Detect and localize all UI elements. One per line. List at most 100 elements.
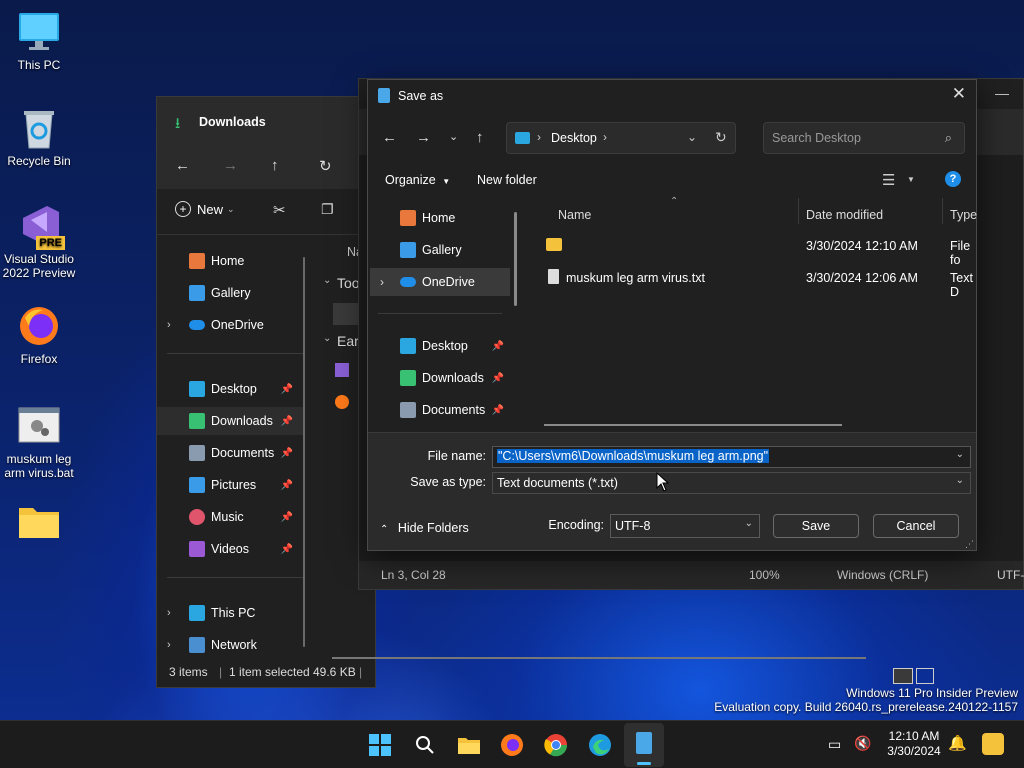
sidebar-item-network[interactable]: › Network bbox=[157, 631, 305, 659]
file-explorer-window[interactable]: ⭳ Downloads ← → ↑ ↻ + New ⌄ ✂ ❐ Home Gal… bbox=[156, 96, 376, 688]
file-row[interactable]: muskum leg arm virus.txt 3/30/2024 12:06… bbox=[528, 264, 978, 299]
display-icon[interactable]: ▭ bbox=[828, 736, 841, 753]
chevron-down-icon[interactable]: ⌄ bbox=[745, 518, 753, 529]
save-as-dialog[interactable]: Save as ✕ ← → ⌄ ↑ › Desktop › ⌄ ↻ Search… bbox=[367, 79, 977, 551]
column-header-date[interactable]: Date modified bbox=[806, 208, 883, 222]
details-view-icon[interactable] bbox=[893, 668, 913, 684]
hide-folders-button[interactable]: ⌃ Hide Folders bbox=[380, 521, 469, 535]
nav-item-desktop[interactable]: Desktop 📌 bbox=[370, 332, 510, 360]
chrome-icon[interactable] bbox=[544, 733, 568, 757]
sidebar-item-gallery[interactable]: Gallery bbox=[157, 279, 305, 307]
sidebar-item-this-pc[interactable]: › This PC bbox=[157, 599, 305, 627]
explorer-horizontal-scrollbar[interactable] bbox=[332, 657, 866, 659]
sidebar-item-downloads[interactable]: Downloads 📌 bbox=[157, 407, 305, 435]
desktop-icon-firefox[interactable]: Firefox bbox=[1, 304, 77, 366]
chevron-down-icon[interactable]: ⌄ bbox=[323, 275, 331, 286]
copy-icon[interactable]: ❐ bbox=[321, 201, 334, 218]
forward-icon[interactable]: → bbox=[223, 157, 238, 174]
pin-icon[interactable]: 📌 bbox=[281, 512, 293, 523]
refresh-icon[interactable]: ↻ bbox=[715, 129, 727, 146]
notification-bell-icon[interactable]: 🔔 bbox=[948, 734, 967, 752]
chevron-down-icon[interactable]: ⌄ bbox=[956, 475, 964, 486]
search-icon[interactable] bbox=[413, 733, 437, 757]
file-name-field[interactable]: "C:\Users\vm6\Downloads\muskum leg arm.p… bbox=[492, 446, 971, 468]
organize-button[interactable]: Organize ▼ bbox=[385, 173, 450, 187]
nav-item-onedrive[interactable]: › OneDrive bbox=[370, 268, 510, 296]
desktop-icon-bat-file[interactable]: muskum leg arm virus.bat bbox=[1, 404, 77, 480]
back-icon[interactable]: ← bbox=[175, 157, 190, 174]
firefox-icon[interactable] bbox=[500, 733, 524, 757]
chevron-down-icon[interactable]: ⌄ bbox=[323, 333, 331, 344]
save-button[interactable]: Save bbox=[773, 514, 859, 538]
explorer-tab[interactable]: ⭳ Downloads bbox=[157, 97, 375, 145]
search-input[interactable]: Search Desktop ⌕ bbox=[763, 122, 965, 154]
chevron-down-icon[interactable]: ⌄ bbox=[956, 449, 964, 460]
chevron-down-icon[interactable]: ▼ bbox=[907, 175, 915, 184]
sidebar-scrollbar[interactable] bbox=[303, 257, 305, 647]
file-type: Text D bbox=[950, 271, 973, 299]
pin-icon[interactable]: 📌 bbox=[492, 341, 504, 352]
column-header-name[interactable]: Name bbox=[558, 208, 591, 222]
pin-icon[interactable]: 📌 bbox=[281, 448, 293, 459]
sidebar-item-videos[interactable]: Videos 📌 bbox=[157, 535, 305, 563]
address-history-icon[interactable]: ⌄ bbox=[687, 130, 697, 144]
minimize-icon[interactable]: — bbox=[995, 85, 1009, 101]
volume-muted-icon[interactable]: 🔇 bbox=[854, 735, 871, 752]
nav-item-documents[interactable]: Documents 📌 bbox=[370, 396, 510, 424]
close-icon[interactable]: ✕ bbox=[952, 84, 966, 104]
pin-icon[interactable]: 📌 bbox=[492, 373, 504, 384]
desktop-icon-label: Recycle Bin bbox=[7, 154, 71, 168]
up-icon[interactable]: ↑ bbox=[476, 129, 484, 146]
file-list-horizontal-scrollbar[interactable] bbox=[544, 424, 842, 426]
address-bar[interactable]: › Desktop › ⌄ ↻ bbox=[506, 122, 736, 154]
pin-icon[interactable]: 📌 bbox=[281, 416, 293, 427]
edge-icon[interactable] bbox=[588, 733, 612, 757]
recent-locations-icon[interactable]: ⌄ bbox=[449, 130, 458, 143]
new-folder-button[interactable]: New folder bbox=[477, 173, 537, 187]
help-icon[interactable]: ? bbox=[945, 171, 961, 187]
file-explorer-icon[interactable] bbox=[457, 733, 481, 757]
desktop-icon-folder[interactable] bbox=[1, 500, 77, 548]
back-icon[interactable]: ← bbox=[382, 129, 397, 146]
up-icon[interactable]: ↑ bbox=[271, 157, 279, 174]
desktop-icon-this-pc[interactable]: This PC bbox=[1, 10, 77, 72]
desktop-icon-visual-studio[interactable]: PRE Visual Studio 2022 Preview bbox=[1, 204, 77, 280]
insider-badge-icon[interactable] bbox=[982, 733, 1004, 755]
nav-scrollbar[interactable] bbox=[514, 212, 517, 306]
view-options-icon[interactable]: ☰ bbox=[882, 171, 895, 189]
visual-studio-icon bbox=[335, 363, 349, 377]
nav-item-gallery[interactable]: Gallery bbox=[370, 236, 510, 264]
encoding-select[interactable]: UTF-8 ⌄ bbox=[610, 514, 760, 538]
desktop-icon-label: muskum leg arm virus.bat bbox=[4, 452, 74, 480]
sidebar-item-music[interactable]: Music 📌 bbox=[157, 503, 305, 531]
search-icon[interactable]: ⌕ bbox=[945, 130, 952, 146]
nav-item-home[interactable]: Home bbox=[370, 204, 510, 232]
pin-icon[interactable]: 📌 bbox=[281, 544, 293, 555]
sidebar-item-onedrive[interactable]: › OneDrive bbox=[157, 311, 305, 339]
tiles-view-icon[interactable] bbox=[916, 668, 934, 684]
save-as-type-select[interactable]: Text documents (*.txt) ⌄ bbox=[492, 472, 971, 494]
file-row[interactable]: 3/30/2024 12:10 AM File fo bbox=[528, 232, 978, 267]
music-icon bbox=[189, 509, 205, 525]
pin-icon[interactable]: 📌 bbox=[281, 384, 293, 395]
clock[interactable]: 12:10 AM 3/30/2024 bbox=[880, 729, 948, 759]
sidebar-item-documents[interactable]: Documents 📌 bbox=[157, 439, 305, 467]
breadcrumb-desktop[interactable]: Desktop bbox=[551, 131, 597, 145]
new-button[interactable]: + New ⌄ bbox=[175, 201, 235, 217]
nav-item-downloads[interactable]: Downloads 📌 bbox=[370, 364, 510, 392]
forward-icon[interactable]: → bbox=[416, 129, 431, 146]
taskbar-item-notepad[interactable] bbox=[624, 723, 664, 767]
column-header-type[interactable]: Type bbox=[950, 208, 977, 222]
refresh-icon[interactable]: ↻ bbox=[319, 157, 332, 175]
sidebar-item-pictures[interactable]: Pictures 📌 bbox=[157, 471, 305, 499]
pin-icon[interactable]: 📌 bbox=[492, 405, 504, 416]
desktop-icon-recycle-bin[interactable]: Recycle Bin bbox=[1, 106, 77, 168]
pin-icon[interactable]: 📌 bbox=[281, 480, 293, 491]
sidebar-item-desktop[interactable]: Desktop 📌 bbox=[157, 375, 305, 403]
home-icon bbox=[189, 253, 205, 269]
resize-grip-icon[interactable]: ⋰ bbox=[965, 539, 974, 550]
cut-icon[interactable]: ✂ bbox=[273, 201, 286, 219]
sidebar-item-home[interactable]: Home bbox=[157, 247, 305, 275]
cancel-button[interactable]: Cancel bbox=[873, 514, 959, 538]
start-icon[interactable] bbox=[368, 733, 392, 757]
